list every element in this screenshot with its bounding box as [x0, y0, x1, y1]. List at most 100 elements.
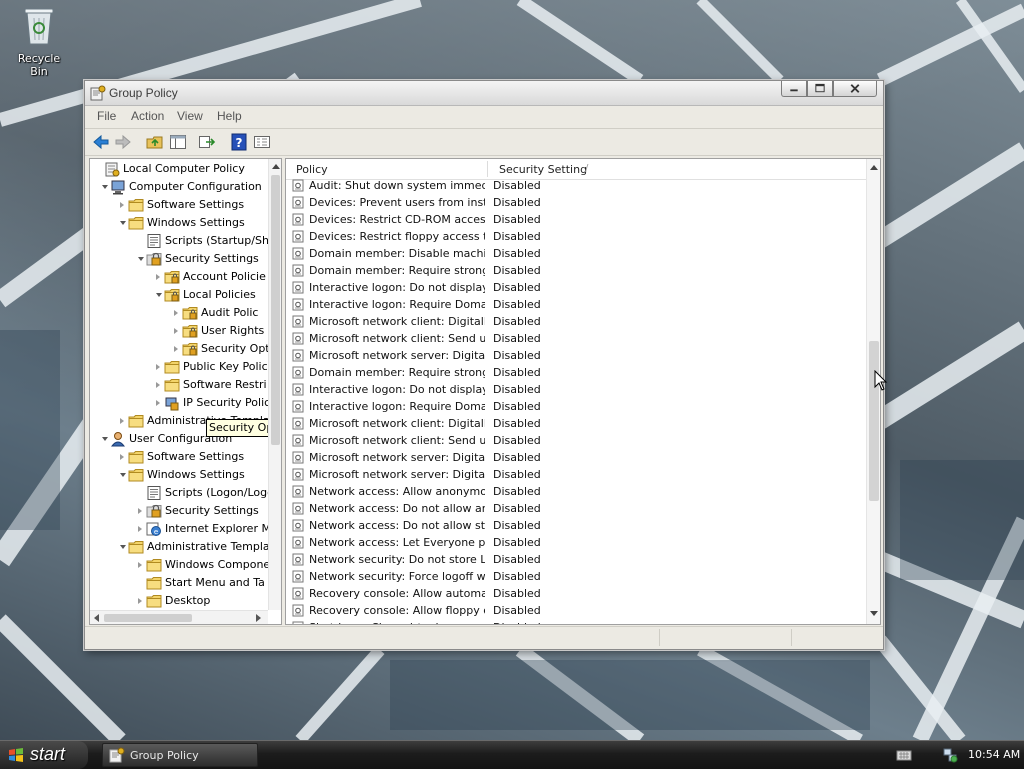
scroll-up-arrow[interactable] [870, 165, 878, 170]
expand-arrow-icon[interactable] [156, 274, 160, 280]
policy-row[interactable]: Microsoft network server: Digitally ... D… [286, 347, 866, 364]
column-divider[interactable] [487, 161, 488, 177]
tree-item[interactable]: Audit Polic [90, 304, 268, 322]
keyboard-icon[interactable] [896, 747, 912, 763]
policy-row[interactable]: Interactive logon: Require Domain ... Dis… [286, 398, 866, 415]
tree-item[interactable]: Security Options [90, 340, 281, 358]
scroll-thumb[interactable] [271, 175, 280, 445]
policy-row[interactable]: Recovery console: Allow floppy cop... Dis… [286, 602, 866, 619]
policy-row[interactable]: Domain member: Require strong (... Disabl… [286, 364, 866, 381]
properties-icon[interactable] [253, 133, 271, 151]
menu-help[interactable]: Help [217, 109, 242, 123]
policy-row[interactable]: Devices: Prevent users from installi... D… [286, 194, 866, 211]
expand-arrow-icon[interactable] [156, 382, 160, 388]
tree-item[interactable]: Computer Configuration [90, 178, 268, 196]
expand-arrow-icon[interactable] [156, 364, 160, 370]
help-icon[interactable]: ? [230, 133, 248, 151]
policy-row[interactable]: Domain member: Require strong (... Disabl… [286, 262, 866, 279]
minimize-button[interactable] [781, 81, 807, 97]
policy-row[interactable]: Microsoft network server: Digitally ... D… [286, 466, 866, 483]
collapse-arrow-icon[interactable] [156, 293, 162, 297]
policy-row[interactable]: Microsoft network client: Digitally s...… [286, 415, 866, 432]
policy-row[interactable]: Microsoft network server: Digitally ... D… [286, 449, 866, 466]
scroll-thumb[interactable] [869, 341, 879, 501]
policy-row[interactable]: Shutdown: Clear virtual memory pa... Disa… [286, 619, 866, 624]
expand-arrow-icon[interactable] [156, 400, 160, 406]
collapse-arrow-icon[interactable] [120, 473, 126, 477]
expand-arrow-icon[interactable] [138, 526, 142, 532]
policy-row[interactable]: Interactive logon: Do not display la... D… [286, 381, 866, 398]
expand-arrow-icon[interactable] [138, 562, 142, 568]
scroll-up-arrow[interactable] [272, 164, 280, 169]
tree-item[interactable]: User Rights [90, 322, 268, 340]
menu-view[interactable]: View [177, 109, 203, 123]
policy-row[interactable]: Domain member: Disable machine ... Disabl… [286, 245, 866, 262]
tree-item[interactable]: Software Restri [90, 376, 268, 394]
expand-arrow-icon[interactable] [174, 310, 178, 316]
policy-row[interactable]: Audit: Shut down system immediat... Disab… [286, 177, 866, 194]
policy-row[interactable]: Microsoft network client: Digitally s...… [286, 313, 866, 330]
tree-pane[interactable]: Local Computer Policy Computer Configurat… [89, 158, 282, 625]
policy-row[interactable]: Network security: Force logoff whe... Dis… [286, 568, 866, 585]
policy-row[interactable]: Network access: Do not allow anon... Disa… [286, 500, 866, 517]
scroll-down-arrow[interactable] [870, 611, 878, 616]
collapse-arrow-icon[interactable] [138, 257, 144, 261]
start-button[interactable]: start [0, 741, 88, 769]
desktop-icon-recycle-bin[interactable]: Recycle Bin [8, 4, 70, 78]
policy-row[interactable]: Network security: Do not store LAN... Dis… [286, 551, 866, 568]
menu-file[interactable]: File [97, 109, 116, 123]
taskbar-item-group-policy[interactable]: Group Policy [102, 743, 258, 767]
scroll-left-arrow[interactable] [94, 614, 99, 622]
policy-list-pane[interactable]: Policy Security Setting / Audit: Shut do… [285, 158, 881, 625]
up-folder-icon[interactable] [146, 133, 164, 151]
tree-item[interactable]: Local Computer Policy [90, 160, 268, 178]
tree-item[interactable]: Security Settings [90, 502, 268, 520]
policy-row[interactable]: Interactive logon: Require Domain ... Dis… [286, 296, 866, 313]
close-button[interactable] [833, 81, 877, 97]
back-icon[interactable] [92, 133, 110, 151]
tree-item[interactable]: Local Policies [90, 286, 268, 304]
forward-icon[interactable] [114, 133, 132, 151]
tree-item[interactable]: Windows Settings [90, 466, 268, 484]
scroll-thumb[interactable] [104, 614, 192, 622]
policy-row[interactable]: Microsoft network client: Send une... Dis… [286, 432, 866, 449]
tree-item[interactable]: Start Menu and Ta [90, 574, 268, 592]
collapse-arrow-icon[interactable] [120, 221, 126, 225]
tree-item[interactable]: Desktop [90, 592, 268, 610]
policy-row[interactable]: Microsoft network client: Send une... Dis… [286, 330, 866, 347]
policy-row[interactable]: Recovery console: Allow automatic ... Dis… [286, 585, 866, 602]
policy-row[interactable]: Devices: Restrict floppy access to lo...… [286, 228, 866, 245]
export-list-icon[interactable] [198, 133, 216, 151]
tree-item[interactable]: Account Policie [90, 268, 268, 286]
tree-item[interactable]: Security Settings [90, 250, 268, 268]
collapse-arrow-icon[interactable] [102, 437, 108, 441]
tree-horizontal-scrollbar[interactable] [90, 610, 268, 624]
tree-vertical-scrollbar[interactable] [268, 159, 281, 610]
menu-action[interactable]: Action [131, 109, 164, 123]
expand-arrow-icon[interactable] [138, 598, 142, 604]
tree-item[interactable]: Windows Settings [90, 214, 268, 232]
tree-item[interactable]: e Internet Explorer M [90, 520, 271, 538]
tree-item[interactable]: Software Settings [90, 448, 268, 466]
collapse-arrow-icon[interactable] [102, 185, 108, 189]
expand-arrow-icon[interactable] [174, 328, 178, 334]
expand-arrow-icon[interactable] [120, 454, 124, 460]
tree-item[interactable]: Windows Compone [90, 556, 270, 574]
show-hide-tree-icon[interactable] [169, 133, 187, 151]
maximize-button[interactable] [807, 81, 833, 97]
tree-item[interactable]: Public Key Polic [90, 358, 268, 376]
expand-arrow-icon[interactable] [174, 346, 178, 352]
policy-row[interactable]: Network access: Allow anonymous ... Disab… [286, 483, 866, 500]
column-header-security-setting[interactable]: Security Setting [499, 163, 587, 176]
policy-row[interactable]: Interactive logon: Do not display la... D… [286, 279, 866, 296]
policy-row[interactable]: Network access: Do not allow stora... Dis… [286, 517, 866, 534]
policy-row[interactable]: Devices: Restrict CD-ROM access to... Dis… [286, 211, 866, 228]
tree-item[interactable]: Administrative Templat [90, 538, 274, 556]
tree-item[interactable]: Scripts (Startup/Shu [90, 232, 276, 250]
expand-arrow-icon[interactable] [120, 202, 124, 208]
scroll-right-arrow[interactable] [256, 614, 261, 622]
column-header-policy[interactable]: Policy [296, 163, 328, 176]
title-bar[interactable]: Group Policy [85, 81, 883, 106]
expand-arrow-icon[interactable] [120, 418, 124, 424]
tree-item[interactable]: Software Settings [90, 196, 268, 214]
